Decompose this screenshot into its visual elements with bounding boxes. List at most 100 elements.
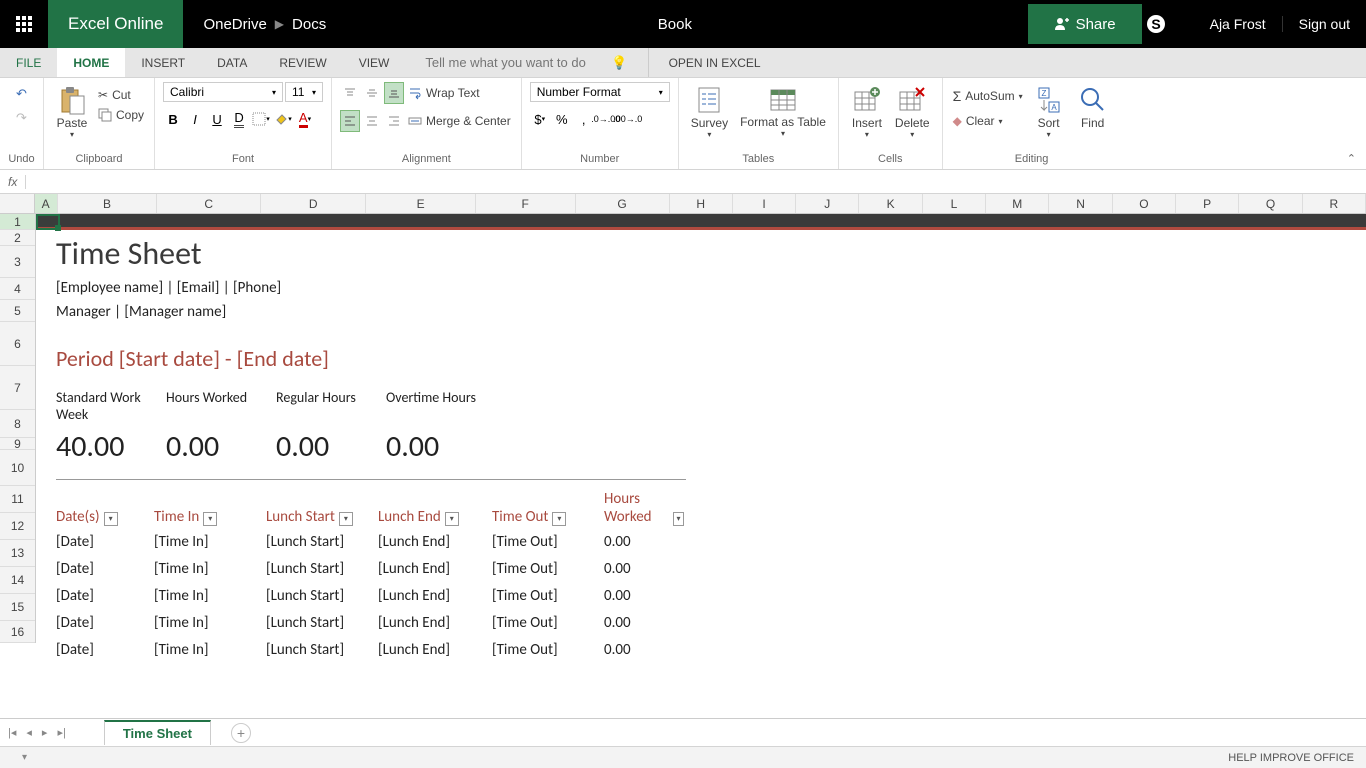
- find-button[interactable]: Find: [1073, 82, 1113, 132]
- table-cell[interactable]: [Date]: [56, 641, 154, 659]
- table-cell[interactable]: [Date]: [56, 614, 154, 632]
- table-cell[interactable]: [Time Out]: [492, 560, 604, 578]
- table-cell[interactable]: [Time Out]: [492, 533, 604, 551]
- row-header[interactable]: 16: [0, 621, 35, 643]
- column-header[interactable]: J: [796, 194, 859, 213]
- merge-center-button[interactable]: Merge & Center: [406, 112, 513, 130]
- table-cell[interactable]: 0.00: [604, 560, 684, 578]
- percent-button[interactable]: %: [552, 108, 572, 130]
- breadcrumb[interactable]: OneDrive ▶ Docs: [183, 16, 326, 33]
- breadcrumb-root[interactable]: OneDrive: [203, 16, 266, 33]
- column-header[interactable]: Q: [1239, 194, 1302, 213]
- add-sheet-button[interactable]: +: [231, 723, 251, 743]
- column-header-cell[interactable]: Hours Worked▾: [604, 490, 684, 528]
- row-header[interactable]: 5: [0, 300, 35, 322]
- filter-icon[interactable]: ▾: [445, 512, 459, 526]
- column-header[interactable]: I: [733, 194, 796, 213]
- document-title[interactable]: Book: [326, 16, 1023, 33]
- font-name-select[interactable]: Calibri▾: [163, 82, 283, 102]
- share-button[interactable]: Share: [1028, 4, 1142, 44]
- table-cell[interactable]: 0.00: [604, 641, 684, 659]
- align-right-button[interactable]: [384, 110, 404, 132]
- skype-icon[interactable]: S: [1146, 14, 1194, 34]
- copy-button[interactable]: Copy: [96, 106, 146, 124]
- sheet-nav-prev[interactable]: ◂: [26, 726, 32, 739]
- wrap-text-button[interactable]: Wrap Text: [406, 84, 482, 102]
- paste-button[interactable]: Paste▾: [52, 82, 92, 141]
- table-cell[interactable]: [Time In]: [154, 560, 266, 578]
- column-header[interactable]: K: [859, 194, 922, 213]
- insert-cells-button[interactable]: Insert▾: [847, 82, 887, 141]
- survey-button[interactable]: Survey▾: [687, 82, 732, 141]
- tab-data[interactable]: DATA: [201, 48, 263, 77]
- column-header[interactable]: H: [670, 194, 733, 213]
- table-cell[interactable]: [Time In]: [154, 614, 266, 632]
- filter-icon[interactable]: ▾: [673, 512, 684, 526]
- column-header-cell[interactable]: Time In▾: [154, 490, 266, 528]
- align-left-button[interactable]: [340, 110, 360, 132]
- tab-home[interactable]: HOME: [57, 48, 125, 77]
- autosum-button[interactable]: Σ AutoSum ▾: [951, 86, 1025, 106]
- tab-view[interactable]: VIEW: [343, 48, 406, 77]
- row-header[interactable]: 3: [0, 246, 35, 278]
- column-header[interactable]: O: [1113, 194, 1176, 213]
- user-name[interactable]: Aja Frost: [1194, 16, 1282, 32]
- number-format-select[interactable]: Number Format▾: [530, 82, 670, 102]
- fill-color-button[interactable]: ▾: [273, 108, 293, 130]
- column-header[interactable]: C: [157, 194, 261, 213]
- tab-insert[interactable]: INSERT: [125, 48, 201, 77]
- currency-button[interactable]: $▾: [530, 108, 550, 130]
- column-header[interactable]: M: [986, 194, 1049, 213]
- table-cell[interactable]: 0.00: [604, 614, 684, 632]
- column-header-cell[interactable]: Lunch Start▾: [266, 490, 378, 528]
- sheet-nav-last[interactable]: ▸|: [57, 726, 65, 739]
- row-header[interactable]: 6: [0, 322, 35, 366]
- table-cell[interactable]: [Time In]: [154, 641, 266, 659]
- column-header-cell[interactable]: Time Out▾: [492, 490, 604, 528]
- align-middle-button[interactable]: [362, 82, 382, 104]
- row-header[interactable]: 1: [0, 214, 35, 230]
- table-cell[interactable]: [Lunch Start]: [266, 533, 378, 551]
- font-color-button[interactable]: A▾: [295, 108, 315, 130]
- column-header[interactable]: R: [1303, 194, 1366, 213]
- collapse-ribbon-button[interactable]: ⌃: [1347, 152, 1356, 165]
- delete-cells-button[interactable]: Delete▾: [891, 82, 934, 141]
- table-cell[interactable]: 0.00: [604, 587, 684, 605]
- select-all-corner[interactable]: [0, 194, 35, 213]
- help-improve-link[interactable]: HELP IMPROVE OFFICE: [1228, 752, 1354, 764]
- table-cell[interactable]: [Lunch End]: [378, 641, 492, 659]
- grid-cells[interactable]: Time Sheet [Employee name] | [Email] | […: [36, 214, 1366, 643]
- align-center-button[interactable]: [362, 110, 382, 132]
- decrease-decimal-button[interactable]: .00→.0: [618, 108, 638, 130]
- table-cell[interactable]: [Lunch End]: [378, 614, 492, 632]
- font-size-select[interactable]: 11▾: [285, 82, 323, 102]
- table-cell[interactable]: [Date]: [56, 533, 154, 551]
- tab-review[interactable]: REVIEW: [263, 48, 342, 77]
- clear-button[interactable]: ◆ Clear ▾: [951, 112, 1025, 130]
- column-header[interactable]: B: [58, 194, 158, 213]
- filter-icon[interactable]: ▾: [104, 512, 118, 526]
- table-cell[interactable]: 0.00: [604, 533, 684, 551]
- sheet-nav-first[interactable]: |◂: [8, 726, 16, 739]
- sheet-nav-next[interactable]: ▸: [42, 726, 48, 739]
- table-cell[interactable]: [Lunch End]: [378, 560, 492, 578]
- italic-button[interactable]: I: [185, 108, 205, 130]
- row-header[interactable]: 7: [0, 366, 35, 410]
- table-cell[interactable]: [Lunch Start]: [266, 587, 378, 605]
- row-header[interactable]: 4: [0, 278, 35, 300]
- column-header[interactable]: E: [366, 194, 475, 213]
- table-cell[interactable]: [Lunch End]: [378, 587, 492, 605]
- filter-icon[interactable]: ▾: [339, 512, 353, 526]
- redo-button[interactable]: ↷: [16, 110, 27, 126]
- borders-button[interactable]: ▾: [251, 108, 271, 130]
- app-launcher[interactable]: [0, 0, 48, 48]
- row-header[interactable]: 12: [0, 513, 35, 540]
- column-header[interactable]: L: [923, 194, 986, 213]
- table-cell[interactable]: [Date]: [56, 587, 154, 605]
- tab-file[interactable]: FILE: [0, 48, 57, 77]
- table-cell[interactable]: [Time In]: [154, 587, 266, 605]
- tell-me-input[interactable]: [425, 55, 605, 70]
- format-as-table-button[interactable]: Format as Table▾: [736, 82, 830, 140]
- row-header[interactable]: 2: [0, 230, 35, 246]
- column-header[interactable]: P: [1176, 194, 1239, 213]
